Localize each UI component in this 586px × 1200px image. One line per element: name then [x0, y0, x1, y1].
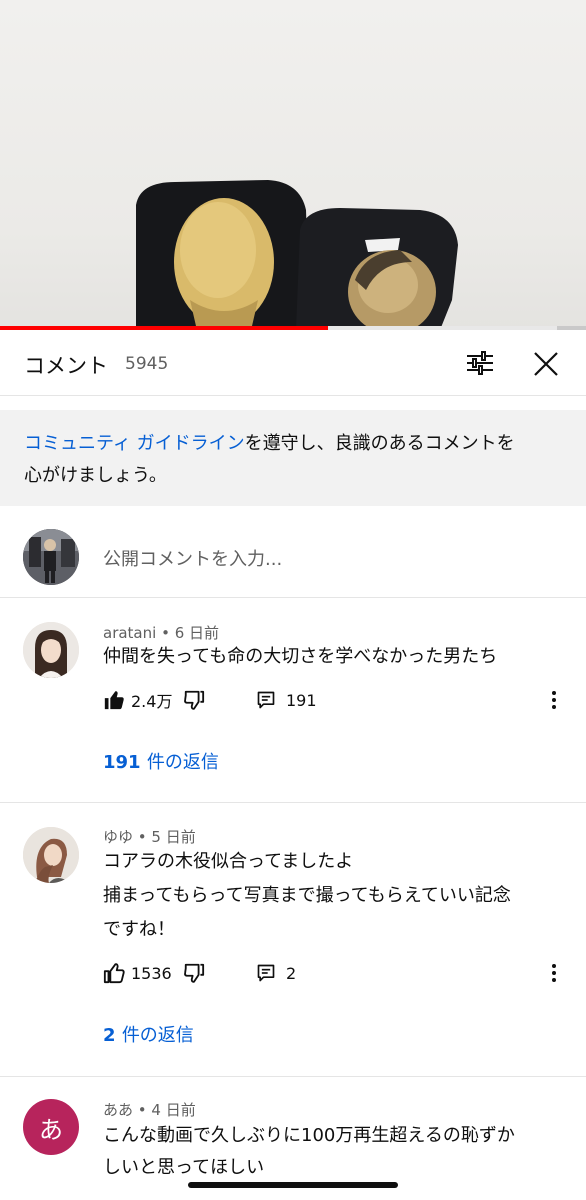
comment-item: aratani • 6 日前 仲間を失っても命の大切さを学べなかった男たち 2.…	[0, 598, 586, 803]
comment-text-line: 仲間を失っても命の大切さを学べなかった男たち	[103, 646, 498, 667]
like-count: 2.4万	[131, 692, 173, 711]
comment-avatar[interactable]	[23, 827, 79, 883]
comment-age: 5 日前	[151, 828, 196, 846]
comment-meta: ああ • 4 日前	[103, 1101, 196, 1119]
thumbs-up-filled-icon	[104, 691, 124, 710]
like-button[interactable]: 1536	[103, 960, 172, 986]
close-button[interactable]	[526, 344, 566, 384]
comment-avatar[interactable]	[23, 622, 79, 678]
comment-actions: 1536 2	[103, 960, 573, 986]
comment-text-line: こんな動画で久しぶりに100万再生超えるの恥ずか	[103, 1125, 515, 1146]
avatar-letter: あ	[39, 1115, 63, 1144]
more-vertical-icon	[552, 691, 556, 709]
reply-button[interactable]: 191	[256, 687, 317, 713]
reply-count: 191	[286, 690, 317, 710]
comments-title: コメント	[24, 354, 108, 378]
comment-author[interactable]: ああ	[103, 1101, 133, 1119]
comment-meta: ゆゆ • 5 日前	[103, 828, 196, 846]
video-frame	[136, 180, 458, 330]
replies-count: 191	[103, 752, 141, 773]
comments-header: コメント 5945	[0, 330, 586, 396]
dislike-button[interactable]	[183, 960, 205, 986]
like-button[interactable]: 2.4万	[103, 687, 172, 713]
comment-input-row[interactable]: 公開コメントを入力...	[0, 524, 586, 598]
comment-age: 4 日前	[151, 1101, 196, 1119]
comment-avatar-image	[23, 622, 79, 678]
community-guidelines-notice: コミュニティ ガイドラインを遵守し、良識のあるコメントを 心がけましょう。	[0, 410, 586, 506]
comment-author[interactable]: ゆゆ	[103, 828, 133, 846]
like-count: 1536	[131, 963, 172, 983]
thumbs-down-icon	[184, 963, 205, 983]
notice-line-1: コミュニティ ガイドラインを遵守し、良識のあるコメントを	[24, 428, 562, 460]
notice-text: を遵守し、良識のあるコメントを	[244, 433, 515, 454]
thumbs-down-icon	[184, 690, 205, 710]
comment-text-line: ですね！	[103, 919, 175, 940]
tune-icon	[467, 351, 493, 375]
reply-button[interactable]: 2	[256, 960, 296, 986]
comment-input[interactable]: 公開コメントを入力...	[103, 545, 282, 571]
replies-label: 件の返信	[121, 1025, 194, 1046]
home-indicator	[188, 1182, 398, 1188]
community-guidelines-link[interactable]: コミュニティ ガイドライン	[24, 433, 245, 454]
comment-avatar[interactable]: あ	[23, 1099, 79, 1155]
comments-count: 5945	[125, 354, 169, 374]
more-options-button[interactable]	[551, 960, 557, 986]
comment-text-line: しいと思ってほしい	[103, 1157, 265, 1178]
comment-avatar-image	[23, 827, 79, 883]
thumbs-up-icon	[103, 963, 125, 984]
user-avatar	[23, 529, 79, 585]
video-player[interactable]	[0, 0, 586, 330]
comment-text-line: コアラの木役似合ってましたよ	[103, 851, 354, 872]
comment-reply-icon	[257, 691, 275, 709]
close-icon	[534, 352, 558, 376]
more-options-button[interactable]	[551, 687, 557, 713]
comment-text-line: 捕まってもらって写真まで撮ってもらえていい記念	[103, 885, 511, 906]
view-replies-link[interactable]: 191 件の返信	[103, 748, 219, 774]
view-replies-link[interactable]: 2 件の返信	[103, 1021, 194, 1047]
replies-count: 2	[103, 1025, 116, 1046]
comment-item: ゆゆ • 5 日前 コアラの木役似合ってましたよ 捕まってもらって写真まで撮って…	[0, 803, 586, 1077]
notice-line-2: 心がけましょう。	[24, 465, 167, 486]
user-avatar-image	[23, 529, 79, 585]
replies-label: 件の返信	[146, 752, 219, 773]
reply-count: 2	[286, 963, 297, 983]
more-vertical-icon	[552, 964, 556, 982]
dislike-button[interactable]	[183, 687, 205, 713]
filter-button[interactable]	[458, 346, 502, 380]
comment-reply-icon	[257, 964, 275, 982]
comment-actions: 2.4万 191	[103, 687, 573, 713]
